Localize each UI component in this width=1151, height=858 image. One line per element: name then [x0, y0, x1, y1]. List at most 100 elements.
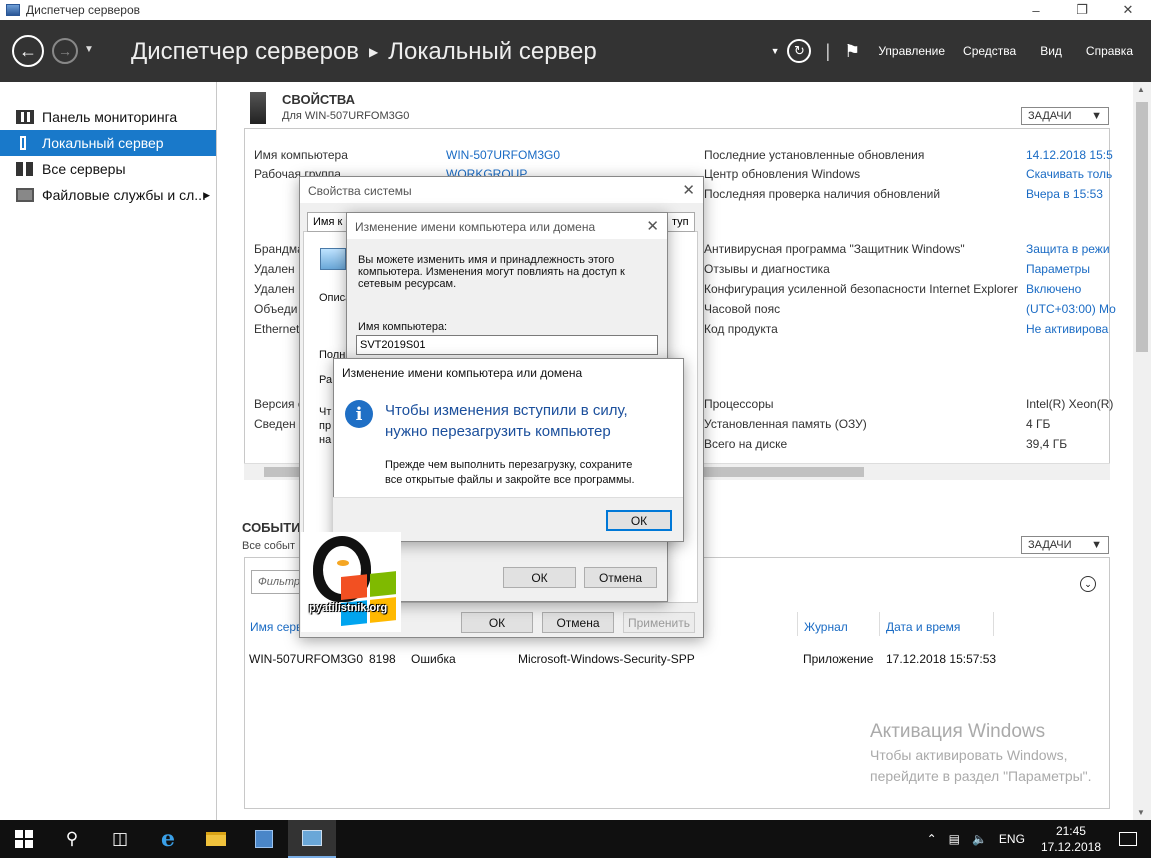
dropdown-icon: ▼ [1091, 539, 1102, 551]
sidebar-item-dashboard[interactable]: Панель мониторинга [0, 104, 216, 130]
event-source: Microsoft-Windows-Security-SPP [518, 652, 695, 666]
search-icon[interactable]: ⚲ [48, 820, 96, 858]
menu-help[interactable]: Справка [1086, 44, 1133, 58]
task-view-icon[interactable]: ◫ [96, 820, 144, 858]
apply-button[interactable]: Применить [623, 612, 695, 633]
taskbar: ⚲ ◫ e ⌃ ▤ 🔈 ENG 21:45 17.12.2018 [0, 820, 1151, 858]
events-tasks-button[interactable]: ЗАДАЧИ ▼ [1021, 536, 1109, 554]
tab-computer-name[interactable]: Имя к [307, 212, 349, 232]
menu-tools[interactable]: Средства [963, 44, 1016, 58]
site-logo: pyatilistnik.org [301, 532, 401, 632]
minimize-button[interactable]: – [1013, 0, 1059, 20]
activation-watermark-title: Активация Windows [870, 721, 1046, 742]
menu-view[interactable]: Вид [1040, 44, 1062, 58]
computer-name-input[interactable]: SVT2019S01 [356, 335, 658, 355]
event-level: Ошибка [411, 652, 456, 666]
prop-value-product-id[interactable]: Не активирова [1026, 322, 1108, 336]
expand-chevron-icon[interactable]: ⌄ [1080, 576, 1096, 592]
tab-remote[interactable]: туп [666, 212, 695, 232]
col-header-server[interactable]: Имя серв [250, 620, 302, 634]
prop-label-antivirus: Антивирусная программа "Защитник Windows… [704, 242, 965, 256]
prop-value-processors: Intel(R) Xeon(R) [1026, 397, 1114, 411]
back-arrow-icon[interactable]: ← [12, 35, 44, 67]
restart-main-instruction: Чтобы изменения вступили в силу, нужно п… [385, 400, 628, 442]
maximize-button[interactable]: ❐ [1059, 0, 1105, 20]
expand-arrow-icon[interactable]: ▶ [203, 190, 210, 201]
file-services-icon [16, 188, 34, 202]
refresh-icon[interactable]: ↻ [787, 39, 812, 63]
clock[interactable]: 21:45 17.12.2018 [1041, 823, 1101, 855]
action-center-icon[interactable] [1119, 832, 1137, 846]
message-ok-button[interactable]: ОК [606, 510, 672, 531]
rename-ok-button[interactable]: ОК [503, 567, 576, 588]
server-tower-icon [250, 92, 266, 124]
server-manager-taskbar-icon[interactable] [240, 820, 288, 858]
tasks-label: ЗАДАЧИ [1028, 539, 1072, 551]
tasks-button[interactable]: ЗАДАЧИ ▼ [1021, 107, 1109, 125]
ok-button[interactable]: ОК [461, 612, 533, 633]
prop-label-timezone: Часовой пояс [704, 302, 781, 316]
prop-label-hardware: Сведен [254, 417, 296, 431]
windows-flag-icon [341, 571, 397, 627]
file-explorer-icon[interactable] [192, 820, 240, 858]
sidebar-item-local-server[interactable]: Локальный сервер [0, 130, 216, 156]
prop-label-remote-desktop: Удален [254, 282, 295, 296]
event-server: WIN-507URFOM3G0 [249, 652, 364, 666]
prop-label-disk: Всего на диске [704, 437, 788, 451]
sidebar-item-label: Все серверы [42, 161, 126, 177]
workgroup-label: Ра [319, 374, 333, 386]
close-button[interactable]: ✕ [1105, 0, 1151, 20]
prop-value-last-check[interactable]: Вчера в 15:53 [1026, 187, 1103, 201]
network-icon[interactable]: ▤ [949, 832, 960, 846]
computer-name-label: Имя компьютера: [358, 321, 448, 333]
forward-arrow-icon[interactable]: → [52, 38, 78, 64]
sidebar-item-all-servers[interactable]: Все серверы [0, 156, 216, 182]
server-manager-icon [6, 4, 20, 16]
start-button[interactable] [0, 820, 48, 858]
breadcrumb-root[interactable]: Диспетчер серверов [131, 38, 359, 66]
prop-value-windows-update[interactable]: Скачивать толь [1026, 167, 1112, 181]
events-title: СОБЫТИ [242, 520, 301, 535]
rename-description: Вы можете изменить имя и принадлежность … [358, 254, 615, 266]
windows-logo-icon [15, 830, 33, 848]
main-line: Чтобы изменения вступили в силу, [385, 402, 628, 419]
close-icon[interactable]: ✕ [646, 217, 659, 235]
prop-value-feedback[interactable]: Параметры [1026, 262, 1090, 276]
show-hidden-icons-icon[interactable]: ⌃ [927, 832, 937, 846]
volume-muted-icon[interactable]: 🔈 [972, 832, 987, 846]
rename-cancel-button[interactable]: Отмена [584, 567, 657, 588]
internet-explorer-icon[interactable]: e [144, 820, 192, 858]
prop-label-feedback: Отзывы и диагностика [704, 262, 830, 276]
prop-label-remote-mgmt: Удален [254, 262, 295, 276]
close-icon[interactable]: ✕ [682, 181, 695, 199]
prop-value-last-updates[interactable]: 14.12.2018 15:5 [1026, 148, 1113, 162]
prop-label-windows-update: Центр обновления Windows [704, 167, 861, 181]
cancel-button[interactable]: Отмена [542, 612, 614, 633]
history-dropdown-icon[interactable]: ▼ [84, 44, 94, 55]
prop-label-computer-name: Имя компьютера [254, 148, 348, 162]
breadcrumb-separator-icon: ▶ [369, 45, 379, 59]
computer-name-link[interactable]: WIN-507URFOM3G0 [446, 148, 560, 162]
menu-manage[interactable]: Управление [878, 44, 945, 58]
col-header-log[interactable]: Журнал [804, 620, 848, 634]
prop-value-disk: 39,4 ГБ [1026, 437, 1068, 451]
dialog-title: Свойства системы [300, 177, 703, 203]
dropdown-icon[interactable]: ▼ [771, 46, 780, 56]
system-properties-taskbar-icon[interactable] [288, 820, 336, 858]
watermark-line: Чтобы активировать Windows, [870, 747, 1068, 763]
scrollbar-thumb[interactable] [1136, 102, 1148, 352]
sidebar-item-file-services[interactable]: Файловые службы и сл... ▶ [0, 182, 216, 208]
language-indicator[interactable]: ENG [999, 832, 1025, 846]
prop-value-ie-esc[interactable]: Включено [1026, 282, 1081, 296]
hint-text: Чт [319, 406, 332, 418]
vertical-scrollbar[interactable]: ▲ ▼ [1133, 82, 1151, 820]
notifications-flag-icon[interactable]: ⚑ [844, 41, 860, 62]
col-header-datetime[interactable]: Дата и время [886, 620, 960, 634]
dialog-title: Изменение имени компьютера или домена [347, 213, 667, 239]
detail-line: все открытые файлы и закройте все програ… [385, 474, 635, 486]
scroll-down-icon[interactable]: ▼ [1137, 808, 1145, 817]
prop-value-timezone[interactable]: (UTC+03:00) Мо [1026, 302, 1116, 316]
scroll-up-icon[interactable]: ▲ [1137, 85, 1145, 94]
column-divider [993, 612, 994, 636]
prop-value-antivirus[interactable]: Защита в режи [1026, 242, 1110, 256]
